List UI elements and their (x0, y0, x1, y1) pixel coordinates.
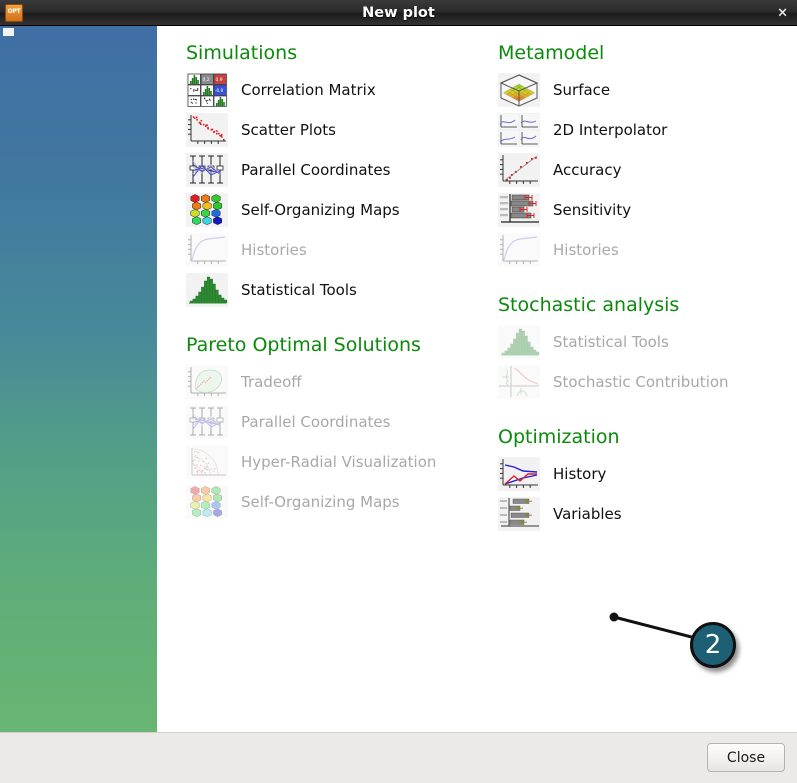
plot-option-history[interactable]: History (498, 454, 797, 494)
svg-text:-0.8: -0.8 (215, 88, 224, 93)
plot-option-statistical-tools: Statistical Tools (498, 322, 797, 362)
plot-option-self-organizing-maps: Self-Organizing Maps (186, 482, 486, 522)
plot-option-label: Parallel Coordinates (241, 161, 390, 179)
plot-option-label: Self-Organizing Maps (241, 493, 400, 511)
interpolator-2d-icon (498, 113, 540, 147)
plot-option-stochastic-contribution: Stochastic Contribution (498, 362, 797, 402)
window-title: New plot (0, 5, 797, 21)
svg-text:0.2: 0.2 (203, 77, 210, 83)
plot-option-parallel-coordinates[interactable]: Parallel Coordinates (186, 150, 486, 190)
plot-option-2d-interpolator[interactable]: 2D Interpolator (498, 110, 797, 150)
section-title-pareto-optimal-solutions: Pareto Optimal Solutions (186, 334, 486, 356)
statistical-tools-icon (498, 325, 540, 359)
self-organizing-maps-icon (186, 485, 228, 519)
plot-option-label: Histories (553, 241, 619, 259)
plot-option-label: Self-Organizing Maps (241, 201, 400, 219)
sidebar-banner (0, 26, 157, 732)
window-titlebar: New plot × (0, 0, 797, 26)
section-title-metamodel: Metamodel (498, 42, 797, 64)
close-icon[interactable]: × (777, 6, 788, 19)
plot-option-label: Histories (241, 241, 307, 259)
plot-option-self-organizing-maps[interactable]: Self-Organizing Maps (186, 190, 486, 230)
section-title-stochastic-analysis: Stochastic analysis (498, 294, 797, 316)
plot-chooser-panel: Simulations 0.2 0.9 -0.8 Correlation Matrix S… (157, 26, 797, 732)
histories-icon (498, 233, 540, 267)
dialog-footer: Close (0, 732, 797, 783)
optimization-history-icon (498, 457, 540, 491)
plot-option-hyper-radial-visualization: Hyper-Radial Visualization (186, 442, 486, 482)
plot-option-label: Correlation Matrix (241, 81, 376, 99)
plot-option-accuracy[interactable]: Accuracy (498, 150, 797, 190)
plot-option-histories: Histories (186, 230, 486, 270)
plot-option-sensitivity[interactable]: Sensitivity (498, 190, 797, 230)
plot-option-surface[interactable]: Surface (498, 70, 797, 110)
sidebar-glint (3, 28, 14, 36)
dialog-body: Simulations 0.2 0.9 -0.8 Correlation Matrix S… (0, 26, 797, 732)
optimization-variables-icon (498, 497, 540, 531)
histories-icon (186, 233, 228, 267)
scatter-plots-icon (186, 113, 228, 147)
plot-option-statistical-tools[interactable]: Statistical Tools (186, 270, 486, 310)
plot-option-label: Variables (553, 505, 622, 523)
plot-option-tradeoff: Tradeoff (186, 362, 486, 402)
tradeoff-icon (186, 365, 228, 399)
close-button[interactable]: Close (707, 743, 785, 772)
plot-option-label: Parallel Coordinates (241, 413, 390, 431)
plot-option-label: Statistical Tools (553, 333, 669, 351)
self-organizing-maps-icon (186, 193, 228, 227)
plot-option-label: 2D Interpolator (553, 121, 667, 139)
stochastic-contribution-icon (498, 365, 540, 399)
plot-option-label: Sensitivity (553, 201, 631, 219)
plot-option-correlation-matrix[interactable]: 0.2 0.9 -0.8 Correlation Matrix (186, 70, 486, 110)
correlation-matrix-icon: 0.2 0.9 -0.8 (186, 73, 228, 107)
parallel-coordinates-icon (186, 153, 228, 187)
section-title-simulations: Simulations (186, 42, 486, 64)
plot-option-label: History (553, 465, 606, 483)
plot-option-histories: Histories (498, 230, 797, 270)
plot-option-label: Accuracy (553, 161, 621, 179)
statistical-tools-icon (186, 273, 228, 307)
plot-option-parallel-coordinates: Parallel Coordinates (186, 402, 486, 442)
sensitivity-icon (498, 193, 540, 227)
plot-option-variables[interactable]: Variables (498, 494, 797, 534)
hyper-radial-icon (186, 445, 228, 479)
right-column: Metamodel Surface 2D Interpolator Accuracy S… (498, 26, 797, 534)
section-title-optimization: Optimization (498, 426, 797, 448)
plot-option-label: Tradeoff (241, 373, 302, 391)
plot-option-label: Surface (553, 81, 610, 99)
plot-option-label: Scatter Plots (241, 121, 336, 139)
plot-option-label: Stochastic Contribution (553, 373, 729, 391)
left-column: Simulations 0.2 0.9 -0.8 Correlation Matrix S… (186, 26, 486, 522)
plot-option-scatter-plots[interactable]: Scatter Plots (186, 110, 486, 150)
svg-text:0.9: 0.9 (216, 77, 223, 83)
accuracy-icon (498, 153, 540, 187)
parallel-coordinates-icon (186, 405, 228, 439)
surface-icon (498, 73, 540, 107)
plot-option-label: Hyper-Radial Visualization (241, 453, 436, 471)
plot-option-label: Statistical Tools (241, 281, 357, 299)
